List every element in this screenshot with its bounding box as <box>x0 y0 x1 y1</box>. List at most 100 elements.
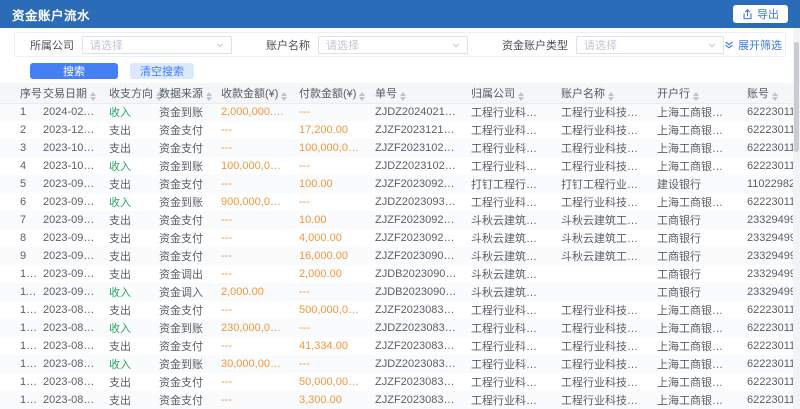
cell-order: ZJDZ20230930002 <box>368 193 464 211</box>
cell-bank: 建设银行 <box>650 175 740 193</box>
cell-order: ZJZF20230903001 <box>368 247 464 265</box>
column-header-source[interactable]: 数据来源 <box>152 83 214 103</box>
cell-direction: 支出 <box>102 247 152 265</box>
cell-bank: 上海工商银行黄河支行 <box>650 193 740 211</box>
table-row: 122023-08-31支出资金支付---500,000,000.00ZJZF2… <box>0 301 800 319</box>
cell-account: 斗秋云建筑工程有限公司 <box>554 229 650 247</box>
clear-search-button[interactable]: 清空搜索 <box>130 63 194 79</box>
cell-account: 工程行业科技公司 <box>554 355 650 373</box>
column-label: 账户名称 <box>561 88 605 100</box>
company-select-placeholder: 请选择 <box>90 37 123 53</box>
cell-date: 2023-08-30 <box>36 355 102 373</box>
cell-no: 2 <box>0 121 36 139</box>
cell-number: 2332949933 <box>740 265 800 283</box>
cell-order: ZJDZ20230831001 <box>368 319 464 337</box>
cell-pay: 500,000,000.00 <box>292 301 368 319</box>
cell-source: 资金支付 <box>152 373 214 391</box>
cell-source: 资金支付 <box>152 301 214 319</box>
cell-receive: 230,000,000.00 <box>214 319 292 337</box>
table-row: 52023-09-27支出资金支付---100.00ZJZF2023092700… <box>0 175 800 193</box>
column-header-company[interactable]: 归属公司 <box>464 83 554 103</box>
cell-pay: --- <box>292 157 368 175</box>
company-select[interactable]: 请选择 <box>82 36 232 54</box>
cell-direction: 支出 <box>102 139 152 157</box>
cell-order: ZJDZ20231027001 <box>368 157 464 175</box>
cell-date: 2023-08-30 <box>36 373 102 391</box>
sort-icon[interactable] <box>90 92 96 101</box>
cell-source: 资金到账 <box>152 157 214 175</box>
column-label: 交易日期 <box>43 88 87 100</box>
cell-source: 资金调出 <box>152 265 214 283</box>
column-header-date[interactable]: 交易日期 <box>36 83 102 103</box>
cell-bank: 上海工商银行黄河支行 <box>650 139 740 157</box>
cell-pay: 50,000,000.00 <box>292 373 368 391</box>
table-row: 42023-10-27收入资金到账100,000,000.00---ZJDZ20… <box>0 157 800 175</box>
cell-receive: --- <box>214 121 292 139</box>
cell-receive: 900,000,000.00 <box>214 193 292 211</box>
cell-pay: 41,334.00 <box>292 337 368 355</box>
sort-icon[interactable] <box>518 92 524 101</box>
table-row: 152023-08-30收入资金到账30,000,000.00---ZJDZ20… <box>0 355 800 373</box>
chevron-down-icon <box>708 41 716 49</box>
cell-date: 2024-02-19 <box>36 103 102 121</box>
cell-date: 2023-09-20 <box>36 211 102 229</box>
sort-icon[interactable] <box>608 92 614 101</box>
cell-direction: 支出 <box>102 373 152 391</box>
column-label: 单号 <box>375 88 397 100</box>
cell-account: 工程行业科技公司 <box>554 103 650 121</box>
export-button[interactable]: 导出 <box>733 5 788 23</box>
cell-company: 斗秋云建筑工程有限公司 <box>464 283 554 301</box>
cell-account: 工程行业科技公司 <box>554 157 650 175</box>
cell-date: 2023-10-27 <box>36 139 102 157</box>
cell-date: 2023-09-27 <box>36 175 102 193</box>
cell-number: 6222301122 <box>740 355 800 373</box>
page-title: 资金账户流水 <box>12 5 90 24</box>
cell-number: 6222301122 <box>740 157 800 175</box>
vertical-scrollbar[interactable] <box>793 28 800 409</box>
cell-pay: 17,200.00 <box>292 121 368 139</box>
cell-number: 6222301122 <box>740 373 800 391</box>
cell-order: ZJZF20230830001 <box>368 391 464 409</box>
flow-table: 序号交易日期 收支方向数据来源收款金额(¥)付款金额(¥) 单号 归属公司账户名称 开户… <box>0 83 800 409</box>
sort-icon[interactable] <box>772 92 778 101</box>
cell-pay: 100,000,000.00 <box>292 139 368 157</box>
cell-direction: 支出 <box>102 337 152 355</box>
sort-icon[interactable] <box>359 92 365 101</box>
cell-account: 工程行业科技公司 <box>554 301 650 319</box>
cell-pay: 2,000.00 <box>292 265 368 283</box>
flow-table-container: 序号交易日期 收支方向数据来源收款金额(¥)付款金额(¥) 单号 归属公司账户名称 开户… <box>0 83 800 409</box>
search-button[interactable]: 搜索 <box>30 63 118 79</box>
table-row: 22023-12-19支出资金支付---17,200.00ZJZF2023121… <box>0 121 800 139</box>
cell-account <box>554 265 650 283</box>
cell-no: 11 <box>0 283 36 301</box>
cell-order: ZJZF20230920001 <box>368 229 464 247</box>
expand-filter-toggle[interactable]: 展开筛选 <box>724 37 782 53</box>
export-label: 导出 <box>757 6 779 22</box>
column-header-number[interactable]: 账号 <box>740 83 800 103</box>
column-label: 序号 <box>20 88 42 100</box>
sort-icon[interactable] <box>400 92 406 101</box>
cell-no: 10 <box>0 265 36 283</box>
sort-icon[interactable] <box>693 92 699 101</box>
cell-no: 8 <box>0 229 36 247</box>
column-header-order[interactable]: 单号 <box>368 83 464 103</box>
cell-receive: --- <box>214 265 292 283</box>
cell-number: 2332949933 <box>740 247 800 265</box>
cell-company: 打钉工程行业科技有限公司 <box>464 175 554 193</box>
column-header-bank[interactable]: 开户行 <box>650 83 740 103</box>
cell-direction: 支出 <box>102 175 152 193</box>
column-header-receive[interactable]: 收款金额(¥) <box>214 83 292 103</box>
column-header-pay[interactable]: 付款金额(¥) <box>292 83 368 103</box>
account-select[interactable]: 请选择 <box>318 36 468 54</box>
table-row: 32023-10-27支出资金支付---100,000,000.00ZJZF20… <box>0 139 800 157</box>
cell-direction: 收入 <box>102 355 152 373</box>
scrollbar-thumb[interactable] <box>794 42 799 152</box>
sort-icon[interactable] <box>206 92 212 101</box>
account-type-select[interactable]: 请选择 <box>576 36 724 54</box>
column-header-account[interactable]: 账户名称 <box>554 83 650 103</box>
cell-no: 7 <box>0 211 36 229</box>
cell-source: 资金支付 <box>152 211 214 229</box>
cell-bank: 上海工商银行黄河支行 <box>650 319 740 337</box>
sort-icon[interactable] <box>281 92 287 101</box>
column-header-direction[interactable]: 收支方向 <box>102 83 152 103</box>
